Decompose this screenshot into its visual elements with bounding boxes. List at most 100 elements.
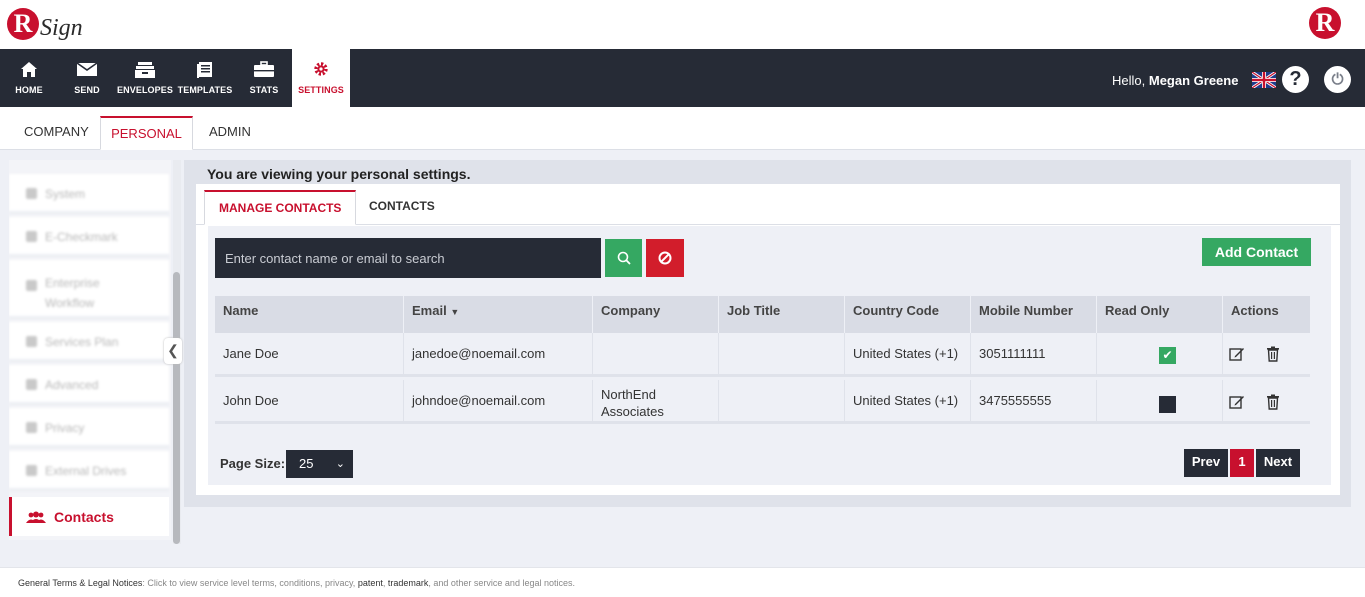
uk-flag-icon[interactable] xyxy=(1251,70,1277,90)
trademark-link[interactable]: trademark xyxy=(388,578,429,588)
tab-company[interactable]: COMPANY xyxy=(12,116,101,150)
sidebar-item-workflow[interactable]: Enterprise Workflow xyxy=(9,260,169,319)
user-name[interactable]: Megan Greene xyxy=(1149,73,1239,88)
checkmark-icon xyxy=(26,231,37,242)
tab-admin[interactable]: ADMIN xyxy=(197,116,263,150)
edit-icon[interactable] xyxy=(1229,346,1245,362)
sidebar-item-echeckmark[interactable]: E-Checkmark xyxy=(9,217,169,257)
briefcase-icon xyxy=(240,61,288,79)
cell-text: 3475555555 xyxy=(979,393,1052,408)
page-1-button[interactable]: 1 xyxy=(1230,449,1254,477)
col-name[interactable]: Name xyxy=(215,296,404,333)
footer-title[interactable]: General Terms & Legal Notices xyxy=(18,578,142,588)
col-actions: Actions xyxy=(1231,303,1279,318)
edit-icon[interactable] xyxy=(1229,394,1245,410)
col-read-only[interactable]: Read Only xyxy=(1097,296,1223,333)
drive-icon xyxy=(26,465,37,476)
col-mobile-number[interactable]: Mobile Number xyxy=(971,296,1097,333)
footer: General Terms & Legal Notices: Click to … xyxy=(0,567,1365,597)
collapse-sidebar-button[interactable]: ❮ xyxy=(164,338,182,364)
trash-icon[interactable] xyxy=(1266,346,1282,362)
read-only-checkbox-unchecked[interactable] xyxy=(1159,396,1176,413)
sidebar-item-system[interactable]: System xyxy=(9,174,169,214)
nav-envelopes[interactable]: ENVELOPES xyxy=(115,49,175,107)
chevron-left-icon: ❮ xyxy=(167,342,179,358)
next-page-button[interactable]: Next xyxy=(1256,449,1300,477)
chevron-down-icon: ⌄ xyxy=(335,458,345,470)
nav-envelopes-label: ENVELOPES xyxy=(117,85,173,95)
sidebar-item-services[interactable]: Services Plan xyxy=(9,322,169,362)
trash-icon[interactable] xyxy=(1266,394,1282,410)
nav-send-label: SEND xyxy=(74,85,100,95)
settings-tabs: COMPANY PERSONAL ADMIN xyxy=(0,107,1365,150)
cell-company xyxy=(593,333,719,377)
cell-name: John Doe xyxy=(215,380,404,424)
page-size-label: Page Size: xyxy=(220,456,286,471)
logout-button[interactable]: ⏻ xyxy=(1324,66,1351,93)
nav-settings[interactable]: SETTINGS xyxy=(292,49,350,107)
sidebar-item-label: Advanced xyxy=(45,378,99,392)
hello-text: Hello, xyxy=(1112,73,1146,88)
cell-email: janedoe@noemail.com xyxy=(404,333,593,377)
sidebar-item-privacy[interactable]: Privacy xyxy=(9,408,169,448)
nav-templates[interactable]: TEMPLATES xyxy=(175,49,235,107)
rsign-logo[interactable]: R Sign xyxy=(7,6,117,46)
col-email-label: Email xyxy=(412,303,447,318)
table-row: Jane Doe janedoe@noemail.com United Stat… xyxy=(215,333,1310,377)
lock-icon xyxy=(26,422,37,433)
footer-text-end: , and other service and legal notices. xyxy=(428,578,575,588)
logo-word: Sign xyxy=(40,15,83,41)
nav-stats-label: STATS xyxy=(249,85,279,95)
nav-home[interactable]: HOME xyxy=(0,49,58,107)
col-country-code[interactable]: Country Code xyxy=(845,296,971,333)
sort-desc-icon: ▼ xyxy=(450,307,460,317)
cell-country-code: United States (+1) xyxy=(845,333,971,377)
nav-settings-label: SETTINGS xyxy=(298,85,344,95)
advanced-icon xyxy=(26,379,37,390)
cell-job-title xyxy=(719,333,845,377)
logo-r-mark: R xyxy=(7,8,39,40)
clear-search-button[interactable] xyxy=(646,239,684,277)
page-size-value: 25 xyxy=(299,456,314,471)
tab-personal[interactable]: PERSONAL xyxy=(100,116,193,150)
envelope-icon xyxy=(62,61,112,79)
search-button[interactable] xyxy=(605,239,642,277)
sidebar-item-label: System xyxy=(45,187,86,201)
company-line-1: NorthEnd xyxy=(601,387,656,402)
tab-manage-contacts[interactable]: MANAGE CONTACTS xyxy=(204,190,357,225)
sidebar-item-label: Privacy xyxy=(45,421,85,435)
nav-home-label: HOME xyxy=(15,85,43,95)
table-header: Name Email ▼ Company Job Title Country C… xyxy=(215,296,1310,333)
cell-country-code: United States (+1) xyxy=(845,380,971,424)
cell-text: NorthEnd Associates xyxy=(601,386,664,420)
search-input[interactable] xyxy=(215,238,601,278)
help-button[interactable]: ? xyxy=(1282,66,1309,93)
page-title: You are viewing your personal settings. xyxy=(207,166,471,182)
sidebar-item-drives[interactable]: External Drives xyxy=(9,451,169,491)
read-only-checkbox-checked[interactable]: ✔ xyxy=(1159,347,1176,364)
nav-stats[interactable]: STATS xyxy=(240,49,288,107)
sidebar-scrollbar-thumb[interactable] xyxy=(173,272,180,544)
table-row: John Doe johndoe@noemail.com NorthEnd Ass… xyxy=(215,380,1310,424)
add-contact-button[interactable]: Add Contact xyxy=(1202,238,1311,266)
col-job-title[interactable]: Job Title xyxy=(719,296,845,333)
search-icon xyxy=(617,251,631,265)
cell-name: Jane Doe xyxy=(215,333,404,377)
sidebar-item-advanced[interactable]: Advanced xyxy=(9,365,169,405)
col-company[interactable]: Company xyxy=(593,296,719,333)
sidebar-item-label: External Drives xyxy=(45,464,127,478)
main-nav: HOME SEND ENVELOPES TEMPLATES STATS SETT… xyxy=(0,49,1365,107)
power-icon: ⏻ xyxy=(1331,71,1344,88)
prev-page-button[interactable]: Prev xyxy=(1184,449,1228,477)
page-size-select[interactable]: 25 ⌄ xyxy=(286,450,353,478)
nav-send[interactable]: SEND xyxy=(62,49,112,107)
home-icon xyxy=(0,61,58,79)
cell-text: johndoe@noemail.com xyxy=(412,393,546,408)
sidebar-item-contacts[interactable]: Contacts xyxy=(9,497,169,536)
col-email[interactable]: Email ▼ xyxy=(404,296,593,333)
templates-icon xyxy=(175,61,235,79)
tab-contacts[interactable]: CONTACTS xyxy=(355,190,449,225)
inbox-icon xyxy=(115,61,175,79)
patent-link[interactable]: patent xyxy=(358,578,383,588)
sidebar-item-label: E-Checkmark xyxy=(45,230,118,244)
